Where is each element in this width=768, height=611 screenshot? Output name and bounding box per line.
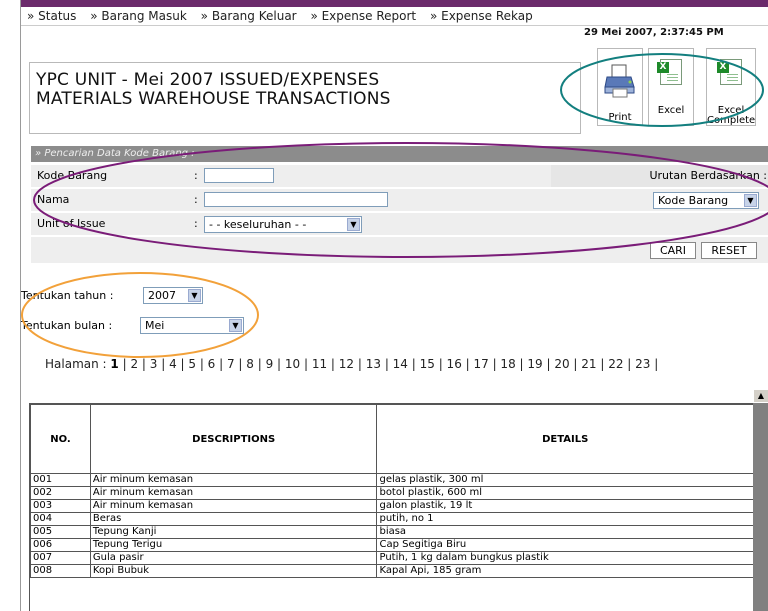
nav-status-link[interactable]: » Status	[27, 9, 76, 23]
table-row: 002 Air minum kemasan botol plastik, 600 m…	[30, 486, 754, 500]
page-title: YPC UNIT - Mei 2007 ISSUED/EXPENSES MATE…	[36, 71, 391, 109]
year-filter: Tentukan tahun : 2007 ▼	[21, 287, 203, 304]
bulan-select[interactable]: Mei ▼	[140, 317, 244, 334]
current-page[interactable]: 1	[110, 357, 118, 371]
transactions-table: NO. DESCRIPTIONS DETAILS 001 Air minum ke…	[30, 404, 754, 578]
page-links[interactable]: | 2 | 3 | 4 | 5 | 6 | 7 | 8 | 9 | 10 | 1…	[123, 357, 659, 371]
table-row: 006 Tepung Terigu Cap Segitiga Biru	[30, 538, 754, 552]
chevron-down-icon[interactable]: ▼	[188, 289, 201, 302]
nav-expense-report-link[interactable]: » Expense Report	[310, 9, 416, 23]
excel-complete-icon: X	[717, 59, 742, 85]
nav-expense-rekap-link[interactable]: » Expense Rekap	[430, 9, 533, 23]
nama-label: Nama	[37, 193, 70, 206]
sort-by-label: Urutan Berdasarkan :	[649, 169, 767, 182]
nav-bar: » Status » Barang Masuk » Barang Keluar …	[21, 7, 768, 26]
scroll-up-arrow-icon[interactable]: ▲	[753, 389, 768, 403]
sort-by-select[interactable]: Kode Barang ▼	[653, 192, 759, 209]
chevron-down-icon[interactable]: ▼	[744, 194, 757, 207]
tahun-value: 2007	[148, 289, 176, 302]
colon: :	[194, 169, 198, 182]
print-button[interactable]: Print	[597, 48, 643, 126]
table-row: 001 Air minum kemasan gelas plastik, 300 m…	[30, 473, 754, 487]
unit-of-issue-select[interactable]: - - keseluruhan - - ▼	[204, 216, 362, 233]
column-header-no: NO.	[30, 404, 91, 474]
tahun-label: Tentukan tahun :	[21, 289, 114, 302]
reset-button[interactable]: RESET	[701, 242, 757, 259]
colon: :	[194, 217, 198, 230]
printer-icon	[604, 64, 635, 98]
bulan-label: Tentukan bulan :	[21, 319, 113, 332]
chevron-down-icon[interactable]: ▼	[347, 218, 360, 231]
top-strip	[21, 0, 768, 7]
chevron-down-icon[interactable]: ▼	[229, 319, 242, 332]
excel-complete-label-2: Complete	[707, 115, 756, 126]
kode-barang-row: Kode Barang : Urutan Berdasarkan :	[31, 165, 768, 188]
print-label: Print	[608, 112, 632, 123]
report-title-box: YPC UNIT - Mei 2007 ISSUED/EXPENSES MATE…	[29, 62, 581, 134]
unit-of-issue-row: Unit of Issue : - - keseluruhan - - ▼	[31, 213, 768, 236]
cari-button[interactable]: CARI	[650, 242, 696, 259]
bulan-value: Mei	[145, 319, 165, 332]
title-line-1: YPC UNIT - Mei 2007 ISSUED/EXPENSES	[36, 70, 380, 90]
table-row: 003 Air minum kemasan galon plastik, 19 lt	[30, 499, 754, 513]
page-frame: » Status » Barang Masuk » Barang Keluar …	[20, 0, 768, 611]
pagination-label: Halaman :	[45, 357, 107, 371]
excel-icon: X	[657, 59, 682, 85]
tahun-select[interactable]: 2007 ▼	[143, 287, 203, 304]
unit-of-issue-label: Unit of Issue	[37, 217, 106, 230]
column-header-details: DETAILS	[376, 404, 754, 474]
month-filter: Tentukan bulan : Mei ▼	[21, 317, 244, 334]
column-header-descriptions: DESCRIPTIONS	[89, 404, 378, 474]
excel-label: Excel	[657, 105, 685, 116]
table-row: 005 Tepung Kanji biasa	[30, 525, 754, 539]
transactions-table-wrap: NO. DESCRIPTIONS DETAILS 001 Air minum ke…	[29, 403, 755, 611]
table-row: 004 Beras putih, no 1	[30, 512, 754, 526]
table-row: 007 Gula pasir Putih, 1 kg dalam bungkus p…	[30, 551, 754, 565]
kode-barang-input[interactable]	[204, 168, 274, 183]
search-panel-header: » Pencarian Data Kode Barang :	[31, 146, 768, 162]
nav-barang-masuk-link[interactable]: » Barang Masuk	[90, 9, 187, 23]
datetime-display: 29 Mei 2007, 2:37:45 PM	[584, 27, 724, 38]
kode-barang-label: Kode Barang	[37, 169, 108, 182]
excel-button[interactable]: X Excel	[648, 48, 694, 126]
nav-barang-keluar-link[interactable]: » Barang Keluar	[201, 9, 297, 23]
table-scrollbar[interactable]: ▲	[753, 389, 768, 611]
sort-by-value: Kode Barang	[658, 194, 729, 207]
title-line-2: MATERIALS WAREHOUSE TRANSACTIONS	[36, 89, 391, 109]
unit-of-issue-value: - - keseluruhan - -	[209, 218, 307, 231]
table-row: 008 Kopi Bubuk Kapal Api, 185 gram	[30, 564, 754, 578]
colon: :	[194, 193, 198, 206]
search-actions-row: CARI RESET	[31, 237, 768, 264]
excel-complete-button[interactable]: X Excel Complete	[706, 48, 756, 126]
pagination: Halaman : 1 | 2 | 3 | 4 | 5 | 6 | 7 | 8 …	[45, 357, 658, 371]
nama-input[interactable]	[204, 192, 388, 207]
nama-row: Nama : Kode Barang ▼	[31, 189, 768, 212]
